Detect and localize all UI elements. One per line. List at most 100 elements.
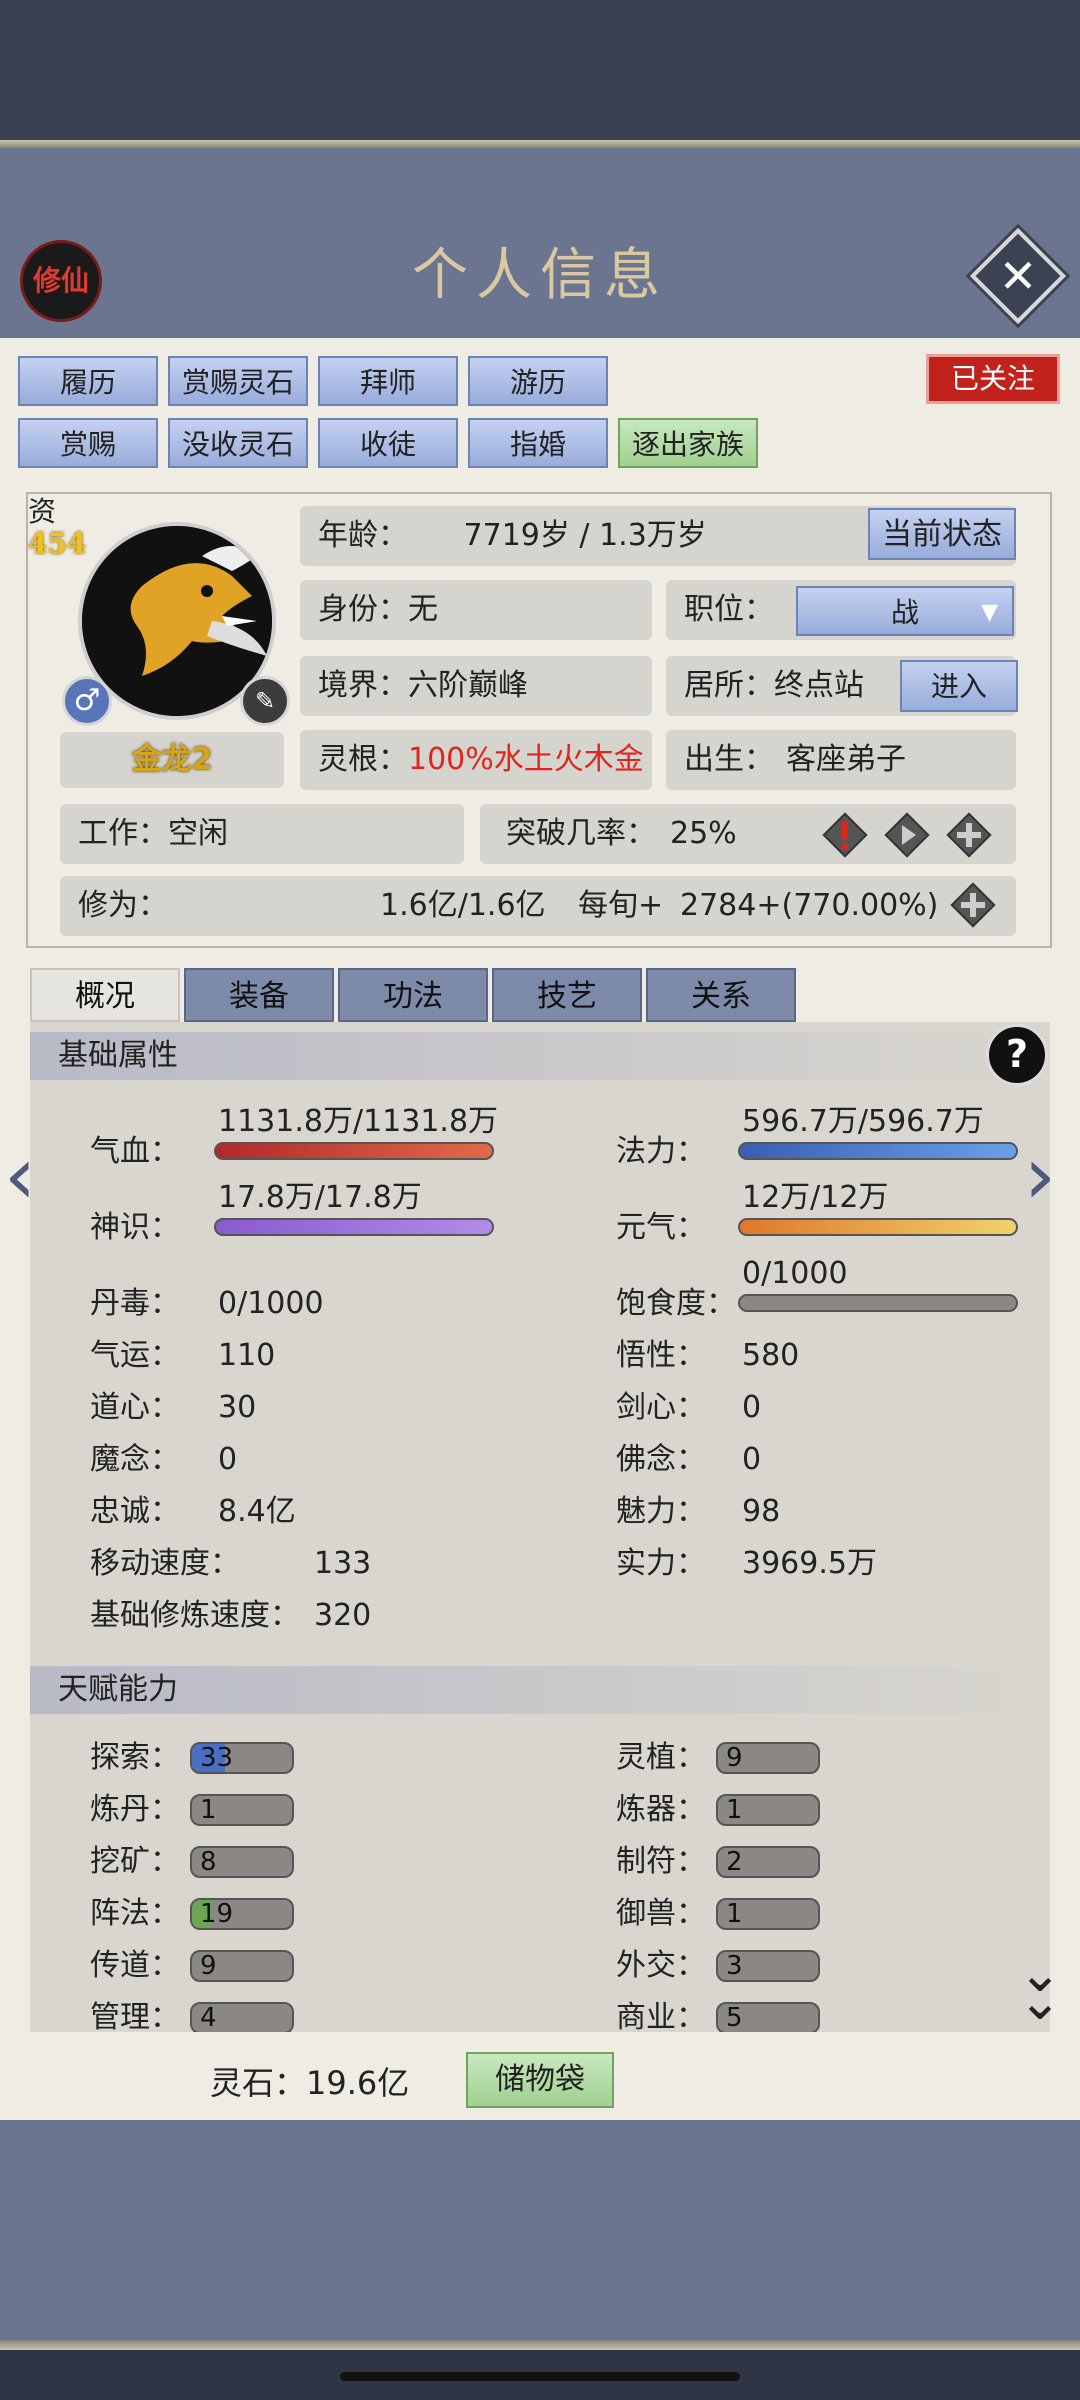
home-indicator[interactable]	[340, 2372, 740, 2381]
play-icon[interactable]	[882, 810, 932, 860]
cultivation-label: 修为：	[78, 888, 168, 923]
cultivation-value: 1.6亿/1.6亿	[380, 888, 546, 923]
talent-explore-pill: 33	[190, 1742, 294, 1774]
stat-value: 320	[314, 1598, 372, 1633]
talent-value: 5	[726, 2003, 743, 2032]
current-status-button[interactable]: 当前状态	[868, 508, 1016, 560]
mp-value: 596.7万/596.7万	[742, 1104, 984, 1139]
talent-label: 炼丹：	[90, 1792, 180, 1827]
travel-button[interactable]: 游历	[468, 356, 608, 406]
stat-value: 580	[742, 1338, 800, 1373]
confiscate-stone-button[interactable]: 没收灵石	[168, 418, 308, 468]
hp-label: 气血：	[90, 1134, 180, 1169]
dropdown-arrow-icon: ▼	[981, 600, 998, 625]
edit-brush-icon[interactable]: ✎	[240, 676, 290, 726]
prev-character-icon[interactable]: ‹	[4, 1136, 36, 1216]
vital-label: 元气：	[616, 1210, 706, 1245]
realm-label: 境界：	[318, 668, 408, 703]
work-label: 工作：	[78, 816, 168, 851]
arrange-marriage-button[interactable]: 指婚	[468, 418, 608, 468]
game-logo: 修仙	[20, 240, 102, 322]
help-icon[interactable]: ?	[986, 1024, 1048, 1086]
stat-label: 魅力：	[616, 1494, 706, 1529]
stat-label: 道心：	[90, 1390, 180, 1425]
storage-bag-button[interactable]: 储物袋	[466, 2052, 614, 2108]
bottom-band	[0, 2120, 1080, 2350]
talent-label: 炼器：	[616, 1792, 706, 1827]
cultivation-plus-icon[interactable]	[948, 880, 998, 930]
plus-icon[interactable]	[944, 810, 994, 860]
expel-button[interactable]: 逐出家族	[618, 418, 758, 468]
apprentice-button[interactable]: 拜师	[318, 356, 458, 406]
tab-overview[interactable]: 概况	[30, 968, 180, 1022]
reward-stone-button[interactable]: 赏赐灵石	[168, 356, 308, 406]
talent-label: 商业：	[616, 2000, 706, 2032]
overview-content[interactable]: 基础属性 1131.8万/1131.8万 气血： 596.7万/596.7万 法…	[30, 1022, 1050, 2032]
reward-button[interactable]: 赏赐	[18, 418, 158, 468]
stat-label: 气运：	[90, 1338, 180, 1373]
talent-label: 传道：	[90, 1948, 180, 1983]
satiety-label: 饱食度：	[616, 1286, 736, 1321]
stat-value: 98	[742, 1494, 781, 1529]
enter-button[interactable]: 进入	[900, 660, 1018, 712]
talent-header: 天赋能力	[30, 1666, 1050, 1714]
aptitude-label: 资	[28, 495, 57, 528]
birth-value: 客座弟子	[786, 742, 906, 777]
work-field: 工作：空闲	[60, 804, 464, 864]
per-turn-label: 每旬+	[578, 888, 664, 923]
identity-field: 身份：无	[300, 580, 652, 640]
sense-value: 17.8万/17.8万	[218, 1180, 422, 1215]
stat-label: 实力：	[616, 1546, 706, 1581]
satiety-value: 0/1000	[742, 1256, 848, 1291]
stat-label: 悟性：	[616, 1338, 706, 1373]
talent-pill: 2	[716, 1846, 820, 1878]
take-disciple-button[interactable]: 收徒	[318, 418, 458, 468]
tab-skills[interactable]: 技艺	[492, 968, 642, 1022]
per-turn-value: 2784+(770.00%)	[680, 888, 939, 923]
tab-relations[interactable]: 关系	[646, 968, 796, 1022]
character-name[interactable]: 金龙2	[60, 732, 284, 788]
talent-value: 8	[200, 1847, 217, 1877]
position-dropdown[interactable]: 战 ▼	[796, 586, 1014, 636]
scroll-down-icon[interactable]: ⌄ ⌄	[1010, 1948, 1070, 2028]
birth-field: 出生： 客座弟子	[666, 730, 1016, 790]
birth-label: 出生：	[684, 742, 774, 777]
position-label: 职位：	[684, 592, 774, 627]
followed-button[interactable]: 已关注	[926, 354, 1060, 404]
close-icon[interactable]: ✕	[984, 242, 1052, 310]
spirit-root-label: 灵根：	[318, 742, 408, 777]
satiety-bar	[738, 1294, 1018, 1312]
talent-value: 4	[200, 2003, 217, 2032]
talent-pill: 9	[716, 1742, 820, 1774]
talent-value: 1	[726, 1795, 743, 1825]
top-rail	[0, 140, 1080, 148]
aptitude-value: 454	[28, 527, 87, 560]
tab-techniques[interactable]: 功法	[338, 968, 488, 1022]
stat-value: 133	[314, 1546, 372, 1581]
stat-label: 魔念：	[90, 1442, 180, 1477]
history-button[interactable]: 履历	[18, 356, 158, 406]
talent-pill: 5	[716, 2002, 820, 2032]
identity-value: 无	[408, 592, 438, 627]
page-title: 个人信息	[412, 243, 668, 308]
stat-value: 3969.5万	[742, 1546, 877, 1581]
hp-bar	[214, 1142, 494, 1160]
age-label: 年龄：	[318, 518, 408, 553]
talent-value: 3	[726, 1951, 743, 1981]
alert-icon[interactable]	[820, 810, 870, 860]
spirit-root-value: 100%水土火木金	[408, 742, 644, 777]
tab-equipment[interactable]: 装备	[184, 968, 334, 1022]
sense-label: 神识：	[90, 1210, 180, 1245]
stat-value: 0	[742, 1442, 762, 1477]
stat-value: 0/1000	[218, 1286, 324, 1321]
next-character-icon[interactable]: ›	[1024, 1136, 1056, 1216]
stat-value: 30	[218, 1390, 257, 1425]
breakthrough-label: 突破几率：	[506, 816, 656, 851]
talent-pill: 8	[190, 1846, 294, 1878]
vital-bar	[738, 1218, 1018, 1236]
residence-value: 终点站	[774, 668, 864, 703]
sense-bar	[214, 1218, 494, 1236]
spirit-stone-count: 灵石：19.6亿	[210, 2064, 410, 2102]
talent-value: 9	[200, 1951, 217, 1981]
talent-value: 1	[726, 1899, 743, 1929]
